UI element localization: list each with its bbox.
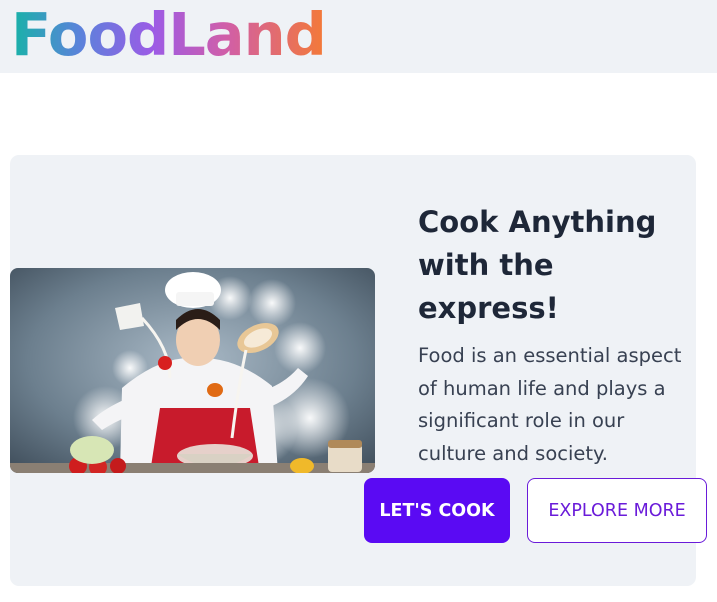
hero-title: Cook Anything with the express! xyxy=(418,205,657,325)
chef-illustration xyxy=(10,268,375,473)
hero-image xyxy=(10,268,375,473)
hero-description: Food is an essential aspect of human lif… xyxy=(418,344,682,465)
explore-more-button[interactable]: EXPLORE MORE xyxy=(527,478,707,543)
lets-cook-button[interactable]: LET'S COOK xyxy=(364,478,510,543)
top-navbar: FoodLand xyxy=(0,0,717,73)
brand-logo[interactable]: FoodLand xyxy=(11,2,327,68)
